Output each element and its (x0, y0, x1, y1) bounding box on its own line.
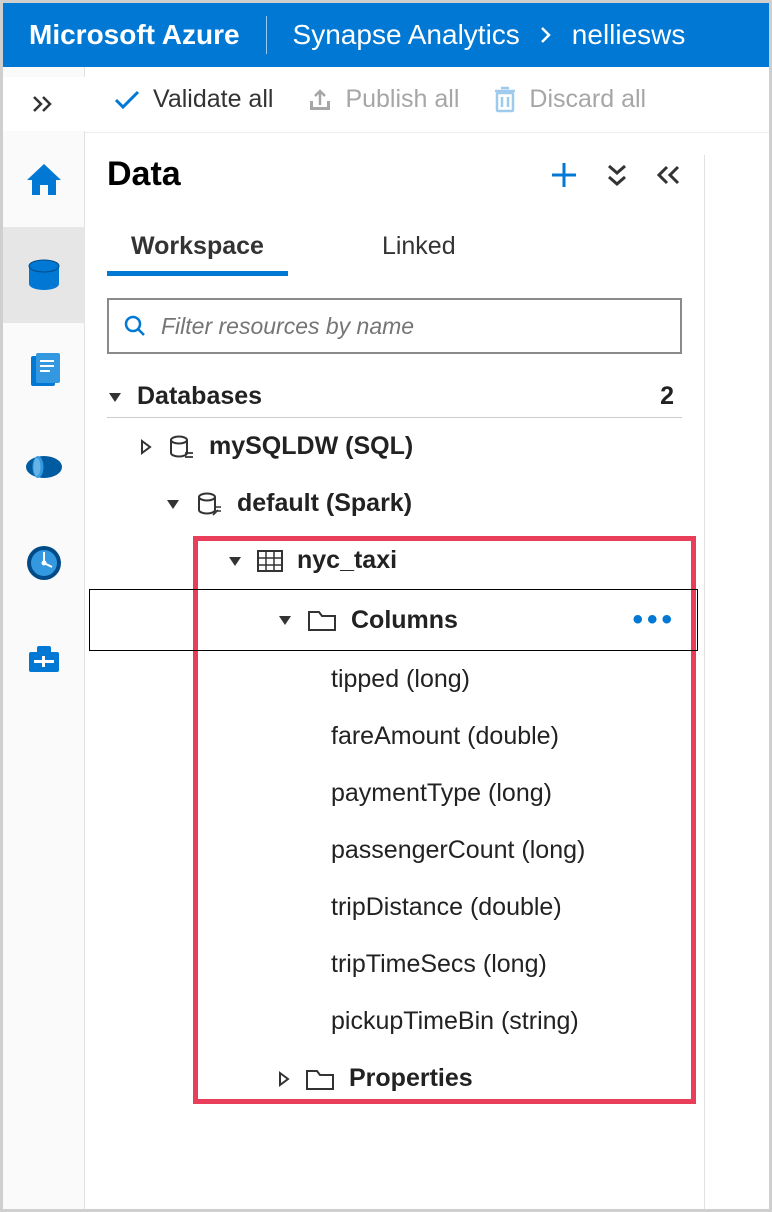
nav-manage[interactable] (3, 611, 85, 707)
trash-icon (493, 86, 517, 114)
column-item[interactable]: tipped (long) (107, 651, 682, 708)
column-label: pickupTimeBin (string) (331, 1007, 579, 1036)
expand-nav-button[interactable] (3, 77, 85, 131)
filter-input[interactable] (161, 313, 666, 340)
nav-monitor[interactable] (3, 515, 85, 611)
collapse-panel-button[interactable] (654, 164, 682, 186)
check-icon (113, 89, 141, 111)
validate-all-button[interactable]: Validate all (113, 85, 273, 114)
column-item[interactable]: tripTimeSecs (long) (107, 936, 682, 993)
columns-label: Columns (351, 606, 458, 635)
discard-all-label: Discard all (529, 85, 646, 114)
add-button[interactable] (548, 159, 580, 191)
chevron-right-icon (536, 25, 556, 45)
table-icon (257, 550, 283, 572)
tab-workspace[interactable]: Workspace (107, 222, 288, 276)
publish-icon (307, 87, 333, 113)
left-nav (3, 67, 85, 1209)
columns-folder[interactable]: Columns ••• (107, 589, 682, 651)
chevron-down-icon (165, 496, 181, 512)
nav-integrate[interactable] (3, 419, 85, 515)
chevron-right-icon (277, 1071, 291, 1087)
search-icon (123, 314, 147, 338)
properties-folder[interactable]: Properties (107, 1050, 682, 1107)
discard-all-button[interactable]: Discard all (493, 85, 646, 114)
chevron-down-icon[interactable] (107, 389, 123, 405)
column-label: tipped (long) (331, 665, 470, 694)
folder-icon (305, 1067, 335, 1091)
column-label: tripDistance (double) (331, 893, 562, 922)
nav-home[interactable] (3, 131, 85, 227)
filter-box[interactable] (107, 298, 682, 354)
nav-develop[interactable] (3, 323, 85, 419)
more-actions-button[interactable]: ••• (632, 603, 682, 637)
tab-linked[interactable]: Linked (358, 222, 480, 276)
column-label: paymentType (long) (331, 779, 552, 808)
databases-count: 2 (660, 382, 674, 411)
nav-data[interactable] (3, 227, 85, 323)
column-item[interactable]: tripDistance (double) (107, 879, 682, 936)
chevron-right-icon (139, 439, 153, 455)
table-nyc-taxi[interactable]: nyc_taxi (107, 532, 682, 589)
chevrons-left-icon (654, 164, 682, 186)
command-bar: Validate all Publish all (85, 67, 769, 133)
databases-label[interactable]: Databases (137, 382, 262, 411)
breadcrumb-workspace[interactable]: nelliesws (572, 19, 686, 51)
column-label: fareAmount (double) (331, 722, 559, 751)
separator (266, 16, 267, 54)
breadcrumb-service[interactable]: Synapse Analytics (293, 19, 520, 51)
resource-tree: Databases 2 mySQLDW (SQL) (107, 376, 704, 1107)
data-tabs: Workspace Linked (107, 222, 704, 276)
chevron-down-icon (277, 612, 293, 628)
column-item[interactable]: fareAmount (double) (107, 708, 682, 765)
expand-all-button[interactable] (606, 162, 628, 188)
panel-title: Data (107, 155, 181, 194)
db-mysqldw-label: mySQLDW (SQL) (209, 432, 413, 461)
publish-all-button[interactable]: Publish all (307, 85, 459, 114)
db-mysqldw[interactable]: mySQLDW (SQL) (107, 418, 682, 475)
chevron-down-icon (227, 553, 243, 569)
chevrons-down-icon (606, 162, 628, 188)
database-spark-icon (195, 490, 223, 518)
folder-icon (307, 608, 337, 632)
brand-label: Microsoft Azure (29, 19, 240, 51)
properties-label: Properties (349, 1064, 473, 1093)
database-icon (167, 433, 195, 461)
validate-all-label: Validate all (153, 85, 273, 114)
db-default-spark[interactable]: default (Spark) (107, 475, 682, 532)
column-label: passengerCount (long) (331, 836, 585, 865)
column-item[interactable]: pickupTimeBin (string) (107, 993, 682, 1050)
db-default-spark-label: default (Spark) (237, 489, 412, 518)
plus-icon (548, 159, 580, 191)
column-item[interactable]: passengerCount (long) (107, 822, 682, 879)
top-header: Microsoft Azure Synapse Analytics nellie… (3, 3, 769, 67)
publish-all-label: Publish all (345, 85, 459, 114)
column-item[interactable]: paymentType (long) (107, 765, 682, 822)
table-nyc-taxi-label: nyc_taxi (297, 546, 397, 575)
column-label: tripTimeSecs (long) (331, 950, 547, 979)
